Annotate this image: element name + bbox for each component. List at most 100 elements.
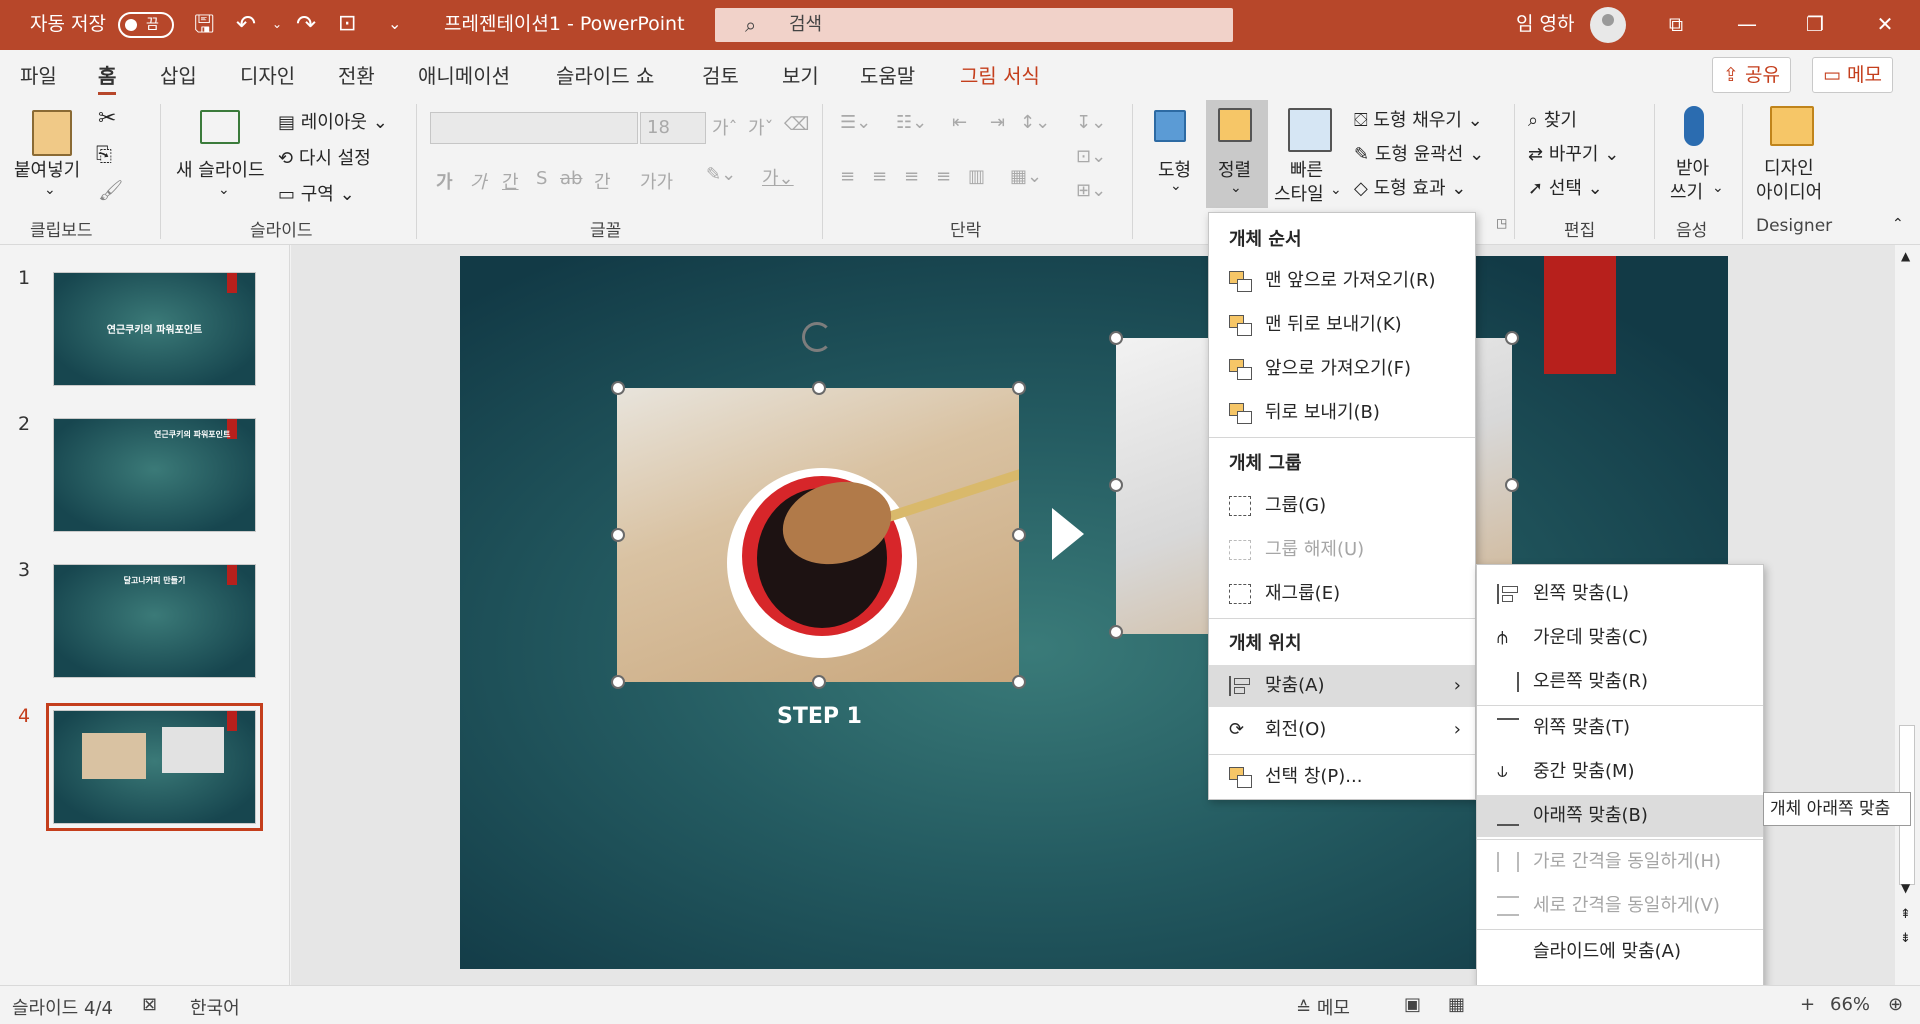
smartart-icon[interactable]: ⊞⌄ bbox=[1076, 180, 1106, 201]
tab-file[interactable]: 파일 bbox=[20, 60, 57, 89]
minimize-icon[interactable]: — bbox=[1717, 0, 1777, 50]
resize-handle[interactable] bbox=[611, 381, 625, 395]
menu-item-regroup[interactable]: 재그룹(E) bbox=[1209, 573, 1475, 615]
avatar[interactable] bbox=[1590, 7, 1626, 43]
replace-button[interactable]: ⇄ 바꾸기 ⌄ bbox=[1528, 140, 1619, 166]
tab-transitions[interactable]: 전환 bbox=[338, 60, 375, 89]
tab-animations[interactable]: 애니메이션 bbox=[418, 60, 510, 89]
resize-handle[interactable] bbox=[1012, 381, 1026, 395]
menu-item-align-center[interactable]: ⫛ 가운데 맞춤(C) bbox=[1477, 617, 1763, 659]
vertical-scrollbar[interactable]: ▲ ▼ ⇞ ⇟ bbox=[1895, 245, 1920, 985]
resize-handle[interactable] bbox=[611, 675, 625, 689]
zoom-level[interactable]: 66% bbox=[1830, 994, 1870, 1015]
menu-item-send-to-back[interactable]: 맨 뒤로 보내기(K) bbox=[1209, 304, 1475, 346]
justify-icon[interactable]: ≡ bbox=[936, 166, 951, 187]
menu-item-ungroup[interactable]: 그룹 해제(U) bbox=[1209, 529, 1475, 571]
fit-to-window-icon[interactable]: ⊕ bbox=[1888, 994, 1903, 1015]
menu-item-selection-pane[interactable]: 선택 창(P)... bbox=[1209, 756, 1475, 798]
microphone-icon[interactable] bbox=[1684, 106, 1704, 146]
align-right-icon[interactable]: ≡ bbox=[904, 166, 919, 187]
undo-dropdown-icon[interactable]: ⌄ bbox=[272, 0, 282, 50]
tab-help[interactable]: 도움말 bbox=[860, 60, 915, 89]
new-slide-icon[interactable] bbox=[200, 110, 240, 144]
resize-handle[interactable] bbox=[611, 528, 625, 542]
decrease-indent-icon[interactable]: ⇤ bbox=[952, 112, 967, 133]
shadow-icon[interactable]: S bbox=[536, 168, 547, 189]
menu-item-align-top[interactable]: 위쪽 맞춤(T) bbox=[1477, 707, 1763, 749]
dictate-label-2[interactable]: 쓰기 bbox=[1670, 178, 1703, 204]
menu-item-align[interactable]: 맞춤(A) › bbox=[1209, 665, 1475, 707]
bullets-icon[interactable]: ☰⌄ bbox=[840, 112, 871, 133]
line-spacing-icon[interactable]: ↕⌄ bbox=[1020, 112, 1050, 133]
align-center-icon[interactable]: ≡ bbox=[872, 166, 887, 187]
redo-icon[interactable]: ↷ bbox=[296, 0, 316, 50]
reset-button[interactable]: ⟲ 다시 설정 bbox=[278, 144, 371, 170]
shape-fill-button[interactable]: ⛋ 도형 채우기 ⌄ bbox=[1354, 106, 1483, 132]
menu-item-bring-forward[interactable]: 앞으로 가져오기(F) bbox=[1209, 348, 1475, 390]
paste-button[interactable]: 붙여넣기 bbox=[14, 156, 80, 182]
dictate-dropdown-icon[interactable]: ⌄ bbox=[1712, 180, 1724, 196]
language-indicator[interactable]: 한국어 bbox=[190, 994, 240, 1020]
dictate-label-1[interactable]: 받아 bbox=[1676, 154, 1709, 180]
columns-icon[interactable]: ▦⌄ bbox=[1010, 166, 1042, 187]
autosave-toggle[interactable]: 끔 bbox=[118, 12, 174, 38]
shapes-icon[interactable] bbox=[1154, 110, 1186, 142]
tab-home[interactable]: 홈 bbox=[98, 60, 117, 95]
tab-design[interactable]: 디자인 bbox=[240, 60, 295, 89]
tab-insert[interactable]: 삽입 bbox=[160, 60, 197, 89]
menu-item-send-backward[interactable]: 뒤로 보내기(B) bbox=[1209, 392, 1475, 434]
menu-item-distribute-horizontally[interactable]: 가로 간격을 동일하게(H) bbox=[1477, 841, 1763, 883]
step-1-label[interactable]: STEP 1 bbox=[777, 704, 862, 729]
copy-icon[interactable]: ⎘ bbox=[96, 142, 112, 166]
menu-item-align-middle[interactable]: ⫝ 중간 맞춤(M) bbox=[1477, 751, 1763, 793]
resize-handle[interactable] bbox=[1109, 625, 1123, 639]
design-ideas-label-2[interactable]: 아이디어 bbox=[1756, 178, 1822, 204]
ribbon-display-icon[interactable]: ⧉ bbox=[1646, 0, 1706, 50]
slide-thumbnail-2[interactable]: 연근쿠키의 파워포인트 bbox=[53, 418, 256, 532]
normal-view-icon[interactable]: ▣ bbox=[1404, 994, 1421, 1015]
section-button[interactable]: ▭ 구역 ⌄ bbox=[278, 180, 355, 206]
slide-sorter-icon[interactable]: ▦ bbox=[1448, 994, 1465, 1015]
menu-item-bring-to-front[interactable]: 맨 앞으로 가져오기(R) bbox=[1209, 260, 1475, 302]
comment-button[interactable]: ▭ 메모 bbox=[1812, 57, 1893, 93]
quick-styles-dropdown-icon[interactable]: ⌄ bbox=[1330, 182, 1342, 198]
tab-picture-format[interactable]: 그림 서식 bbox=[960, 60, 1040, 89]
grow-font-icon[interactable]: 가ˆ bbox=[712, 114, 738, 140]
paste-dropdown-icon[interactable]: ⌄ bbox=[44, 182, 56, 198]
dialog-launcher-icon[interactable]: ◳ bbox=[1496, 216, 1507, 230]
resize-handle[interactable] bbox=[1505, 331, 1519, 345]
designer-icon[interactable] bbox=[1770, 106, 1814, 146]
zoom-in-icon[interactable]: + bbox=[1800, 994, 1815, 1015]
resize-handle[interactable] bbox=[1109, 478, 1123, 492]
notes-button[interactable]: ≙ 메모 bbox=[1296, 994, 1350, 1020]
font-color-icon[interactable]: 가⌄ bbox=[762, 164, 794, 190]
next-slide-icon[interactable]: ⇟ bbox=[1900, 931, 1911, 946]
spellcheck-icon[interactable]: ⊠ bbox=[142, 994, 157, 1015]
select-button[interactable]: ➚ 선택 ⌄ bbox=[1528, 174, 1603, 200]
quick-styles-icon[interactable] bbox=[1288, 108, 1332, 152]
menu-item-rotate[interactable]: ⟳ 회전(O) › bbox=[1209, 709, 1475, 751]
strikethrough-icon[interactable]: ab bbox=[560, 168, 582, 189]
user-name[interactable]: 임 영하 bbox=[1516, 0, 1574, 50]
menu-item-distribute-vertically[interactable]: 세로 간격을 동일하게(V) bbox=[1477, 885, 1763, 927]
new-slide-button[interactable]: 새 슬라이드 bbox=[176, 156, 265, 182]
menu-item-group[interactable]: 그룹(G) bbox=[1209, 485, 1475, 527]
resize-handle[interactable] bbox=[1012, 528, 1026, 542]
format-painter-icon[interactable]: 🖌 bbox=[98, 178, 123, 202]
find-button[interactable]: ⌕ 찾기 bbox=[1528, 106, 1577, 132]
tab-view[interactable]: 보기 bbox=[782, 60, 819, 89]
highlight-icon[interactable]: ✎⌄ bbox=[706, 164, 736, 185]
tab-slideshow[interactable]: 슬라이드 쇼 bbox=[556, 60, 654, 89]
scroll-up-icon[interactable]: ▲ bbox=[1901, 249, 1910, 263]
slide-thumbnail-1[interactable]: 연근쿠키의 파워포인트 bbox=[53, 272, 256, 386]
font-name-combo[interactable] bbox=[430, 112, 638, 144]
quick-styles-label-2[interactable]: 스타일 bbox=[1274, 180, 1324, 206]
resize-handle[interactable] bbox=[1012, 675, 1026, 689]
menu-item-align-bottom[interactable]: 아래쪽 맞춤(B) bbox=[1477, 795, 1763, 837]
shape-effects-button[interactable]: ◇ 도형 효과 ⌄ bbox=[1354, 174, 1466, 200]
restore-icon[interactable]: ❐ bbox=[1785, 0, 1845, 50]
shapes-dropdown-icon[interactable]: ⌄ bbox=[1170, 178, 1182, 194]
change-case-icon[interactable]: 가가 bbox=[640, 168, 673, 194]
increase-indent-icon[interactable]: ⇥ bbox=[990, 112, 1005, 133]
clear-format-icon[interactable]: ⌫ bbox=[784, 114, 809, 135]
